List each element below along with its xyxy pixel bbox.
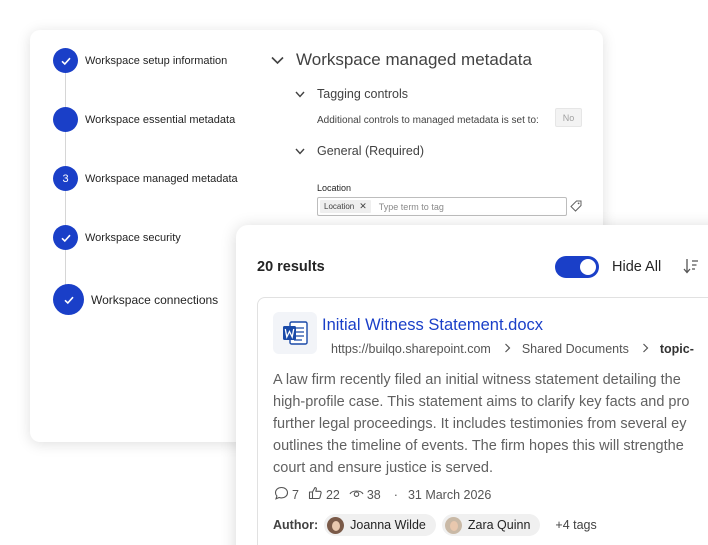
comments-count: 7 [292,487,299,502]
likes-count: 22 [325,487,340,502]
breadcrumb-site[interactable]: https://builqo.sharepoint.com [331,342,491,356]
author-name: Zara Quinn [467,518,531,532]
avatar [327,516,345,534]
comments-stat[interactable]: 7 [274,486,299,503]
result-date: 31 March 2026 [407,487,492,502]
result-authors: Author: Joanna Wilde Zara Quinn +4 tags [273,514,597,536]
result-stats: 7 22 38 · 31 March 2026 [274,486,491,503]
eye-icon [349,487,367,502]
result-summary: A law firm recently filed an initial wit… [273,369,708,479]
step-security[interactable]: Workspace security [53,225,181,250]
location-term-input[interactable]: Location ✕ Type term to tag [317,197,567,216]
step-connections[interactable]: Workspace connections [53,284,218,315]
tagging-controls-heading: Tagging controls [317,87,409,101]
views-count: 38 [366,487,381,502]
summary-line: court and ensure justice is served. [273,460,494,476]
breadcrumb-library[interactable]: Shared Documents [522,342,629,356]
step-label: Workspace managed metadata [85,172,238,185]
hide-all-label: Hide All [612,259,662,275]
step-label: Workspace connections [91,292,219,307]
section-title: Workspace managed metadata [296,50,532,69]
close-icon[interactable]: ✕ [359,201,367,212]
tagging-controls-value-button[interactable]: No [555,108,582,127]
stats-separator: · [393,487,398,502]
result-title-link[interactable]: Initial Witness Statement.docx [322,316,543,335]
author-pill[interactable]: Zara Quinn [441,514,541,536]
general-section-toggle[interactable]: General (Required) [295,144,424,158]
section-managed-metadata[interactable]: Workspace managed metadata [271,50,532,70]
tagging-controls-toggle[interactable]: Tagging controls [295,87,408,101]
location-placeholder: Type term to tag [378,201,444,212]
step-label: Workspace security [85,231,181,244]
breadcrumb-folder[interactable]: topic- [660,342,694,356]
chevron-down-icon [295,87,305,101]
toggle-knob [580,259,596,275]
check-icon [53,225,78,250]
general-heading: General (Required) [317,144,424,158]
summary-line: outlines the timeline of events. The fir… [273,438,684,454]
step-workspace-setup[interactable]: Workspace setup information [53,48,227,73]
results-count: 20 results [257,259,325,275]
check-icon [53,284,84,315]
views-stat: 38 [349,487,381,502]
more-tags-link[interactable]: +4 tags [555,518,596,532]
step-essential-metadata[interactable]: Workspace essential metadata [53,107,235,132]
location-label: Location [317,183,352,193]
chevron-right-icon [504,341,511,356]
likes-stat[interactable]: 22 [308,486,340,503]
author-label: Author: [273,518,319,532]
summary-line: A law firm recently filed an initial wit… [273,372,681,388]
step-managed-metadata[interactable]: 3 Workspace managed metadata [53,166,238,191]
chevron-right-icon [642,341,649,356]
summary-line: further legal proceedings. It includes t… [273,416,687,432]
tagging-controls-text: Additional controls to managed metadata … [317,115,539,126]
chevron-down-icon [295,144,305,158]
author-name: Joanna Wilde [350,518,426,532]
breadcrumb: https://builqo.sharepoint.com Shared Doc… [331,341,694,356]
location-chip[interactable]: Location ✕ [320,200,371,213]
location-chip-label: Location [324,202,355,211]
sort-icon[interactable] [682,257,700,280]
hide-all-toggle[interactable] [555,256,599,278]
author-pill[interactable]: Joanna Wilde [324,514,436,536]
like-icon [308,486,326,503]
progress-indicator-icon [53,107,78,132]
check-icon [53,48,78,73]
comment-icon [274,486,292,503]
chevron-down-icon [271,50,284,70]
step-label: Workspace essential metadata [85,113,236,126]
step-number: 3 [53,166,78,191]
tag-icon[interactable] [570,199,582,217]
summary-line: high-profile case. This statement aims t… [273,394,690,410]
avatar [444,516,462,534]
step-label: Workspace setup information [85,54,228,67]
word-doc-icon [273,312,317,354]
